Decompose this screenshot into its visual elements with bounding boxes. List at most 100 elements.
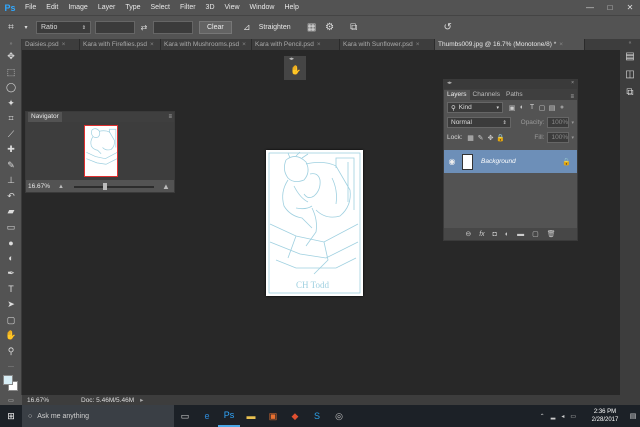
volume-icon[interactable]: ◂	[561, 413, 564, 420]
blur-tool-icon[interactable]: ●	[0, 235, 22, 251]
document-canvas[interactable]: CH Todd	[266, 150, 363, 296]
adjustment-layer-icon[interactable]: ◐	[505, 231, 509, 238]
type-tool-icon[interactable]: T	[0, 282, 22, 298]
menu-help[interactable]: Help	[279, 0, 303, 15]
task-view-icon[interactable]: ▭	[174, 405, 196, 427]
foreground-color-swatch[interactable]	[3, 375, 13, 385]
crop-tool-icon[interactable]: ⌗	[0, 111, 22, 127]
crop-tool-icon[interactable]: ⌗	[0, 19, 22, 37]
collapse-arrows-icon[interactable]: ◂▸	[289, 56, 294, 62]
tab-thumbs009[interactable]: Thumbs009.jpg @ 16.7% (Monotone/8) * ×	[435, 39, 585, 50]
lasso-tool-icon[interactable]: ◯	[0, 80, 22, 96]
filter-adjustment-icon[interactable]: ◐	[517, 103, 527, 113]
magic-wand-tool-icon[interactable]: ✦	[0, 96, 22, 112]
filter-type-icon[interactable]: T	[527, 103, 537, 113]
close-icon[interactable]: ×	[242, 41, 246, 48]
close-panel-icon[interactable]: ×	[571, 80, 574, 89]
ratio-select[interactable]: Ratio ⇕	[36, 21, 91, 34]
history-brush-tool-icon[interactable]: ↶	[0, 189, 22, 205]
brush-tool-icon[interactable]: ✎	[0, 158, 22, 174]
skype-icon[interactable]: S	[306, 405, 328, 427]
store-icon[interactable]: ▣	[262, 405, 284, 427]
new-group-icon[interactable]: ▬	[517, 231, 524, 238]
lock-image-icon[interactable]: ✎	[476, 133, 486, 143]
tab-layers[interactable]: Layers	[444, 90, 470, 100]
chevron-down-icon[interactable]: ▾	[571, 120, 574, 126]
close-button[interactable]: ✕	[620, 0, 640, 15]
properties-panel-icon[interactable]: ◫	[620, 65, 640, 83]
menu-edit[interactable]: Edit	[41, 0, 63, 15]
marquee-tool-icon[interactable]: ⬚	[0, 65, 22, 81]
arrange-documents-chip[interactable]: ◂▸ ✋	[284, 56, 306, 80]
close-icon[interactable]: ×	[150, 41, 154, 48]
blend-mode-select[interactable]: Normal ⇕	[447, 117, 511, 128]
screen-mode-icon[interactable]: ▭	[0, 395, 22, 405]
opacity-field[interactable]: 100%	[547, 117, 570, 128]
tab-channels[interactable]: Channels	[470, 90, 503, 100]
clock[interactable]: 2:36 PM 2/28/2017	[584, 408, 626, 424]
lock-all-icon[interactable]: 🔒	[496, 133, 506, 143]
status-zoom[interactable]: 16.67%	[27, 397, 69, 404]
pen-tool-icon[interactable]: ✒	[0, 266, 22, 282]
status-menu-icon[interactable]: ▸	[140, 396, 143, 404]
move-tool-icon[interactable]: ✥	[0, 49, 22, 65]
tools-collapse-icon[interactable]: »	[0, 39, 22, 49]
app-icon[interactable]: ◎	[328, 405, 350, 427]
menu-filter[interactable]: Filter	[175, 0, 201, 15]
lock-position-icon[interactable]: ✥	[486, 133, 496, 143]
width-field[interactable]	[95, 21, 135, 34]
notification-icon[interactable]: ▤	[626, 405, 640, 427]
rectangle-tool-icon[interactable]: ▢	[0, 313, 22, 329]
close-icon[interactable]: ×	[317, 41, 321, 48]
tool-preset-dropdown-icon[interactable]: ▾	[22, 19, 30, 37]
tab-kara-sunflower[interactable]: Kara with Sunflower.psd ×	[340, 39, 435, 50]
menu-view[interactable]: View	[220, 0, 245, 15]
zoom-in-icon[interactable]: ▲	[162, 182, 170, 191]
collapse-arrows-icon[interactable]: ◂▸	[447, 80, 452, 89]
eraser-tool-icon[interactable]: ▰	[0, 204, 22, 220]
file-explorer-icon[interactable]: ▬	[240, 405, 262, 427]
lock-icon[interactable]: 🔒	[562, 158, 571, 166]
navigator-title[interactable]: Navigator	[28, 112, 62, 122]
paint-icon[interactable]: ◆	[284, 405, 306, 427]
photoshop-taskbar-icon[interactable]: Ps	[218, 405, 240, 427]
eye-icon[interactable]: ◉	[444, 157, 460, 166]
collapse-arrows-icon[interactable]: «	[620, 39, 640, 47]
tab-paths[interactable]: Paths	[503, 90, 526, 100]
filter-pixel-icon[interactable]: ▣	[507, 103, 517, 113]
navigator-zoom-field[interactable]: 16.67%	[28, 183, 58, 190]
clone-stamp-tool-icon[interactable]: ⊥	[0, 173, 22, 189]
menu-select[interactable]: Select	[146, 0, 175, 15]
swatches-panel-icon[interactable]: ⧉	[620, 83, 640, 101]
navigator-preview[interactable]	[26, 122, 174, 180]
delete-cropped-pixels-icon[interactable]: ⧉	[345, 19, 363, 37]
layer-filter-select[interactable]: ⚲ Kind ▾	[447, 102, 503, 113]
history-panel-icon[interactable]: ▤	[620, 47, 640, 65]
lock-transparent-icon[interactable]: ▦	[466, 133, 476, 143]
filter-shape-icon[interactable]: ▢	[537, 103, 547, 113]
zoom-out-icon[interactable]: ▲	[58, 184, 64, 190]
gradient-tool-icon[interactable]: ▭	[0, 220, 22, 236]
zoom-tool-icon[interactable]: ⚲	[0, 344, 22, 360]
straighten-label[interactable]: Straighten	[259, 24, 291, 31]
minimize-button[interactable]: —	[580, 0, 600, 15]
layer-row-background[interactable]: ◉ Background 🔒	[444, 150, 577, 173]
close-icon[interactable]: ×	[62, 41, 66, 48]
panel-menu-icon[interactable]: ≡	[570, 94, 574, 100]
straighten-icon[interactable]: ⊿	[238, 19, 256, 37]
tray-chevron-icon[interactable]: ⌃	[540, 413, 545, 420]
fill-field[interactable]: 100%	[547, 132, 570, 143]
menu-window[interactable]: Window	[245, 0, 280, 15]
filter-smart-object-icon[interactable]: ▤	[547, 103, 557, 113]
healing-brush-tool-icon[interactable]: ✚	[0, 142, 22, 158]
height-field[interactable]	[153, 21, 193, 34]
gear-icon[interactable]: ⚙	[321, 19, 339, 37]
swap-icon[interactable]: ⇄	[135, 19, 153, 37]
tab-kara-pencil[interactable]: Kara with Pencil.psd ×	[252, 39, 340, 50]
filter-toggle-icon[interactable]: ●	[557, 103, 567, 113]
trash-icon[interactable]: 🗑	[547, 230, 556, 238]
reset-icon[interactable]: ↺	[439, 19, 457, 37]
clear-button[interactable]: Clear	[199, 21, 232, 34]
add-mask-icon[interactable]: ◘	[493, 231, 497, 238]
overlay-grid-icon[interactable]: ▦	[303, 19, 321, 37]
